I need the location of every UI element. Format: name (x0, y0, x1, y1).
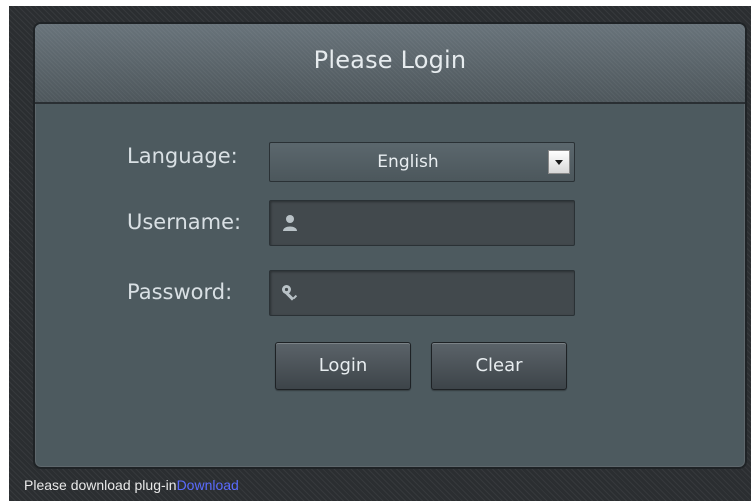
password-field[interactable] (269, 270, 575, 316)
password-input[interactable] (306, 271, 568, 315)
login-button[interactable]: Login (275, 342, 411, 390)
login-panel-header: Please Login (35, 24, 745, 104)
language-select[interactable]: English (269, 142, 575, 182)
username-field[interactable] (269, 200, 575, 246)
plugin-notice-message: Please download plug-in (24, 477, 177, 493)
clear-button[interactable]: Clear (431, 342, 567, 390)
login-panel: Please Login Language: English Username:… (33, 22, 747, 469)
plugin-notice: Please download plug-inDownload (24, 477, 239, 493)
password-label: Password: (127, 280, 233, 304)
user-icon (283, 215, 297, 231)
chevron-down-icon[interactable] (548, 150, 570, 174)
language-select-value: English (377, 152, 439, 172)
username-input[interactable] (306, 201, 568, 245)
key-icon (282, 285, 298, 301)
username-label: Username: (127, 210, 242, 234)
language-label: Language: (127, 144, 238, 168)
page-title: Please Login (313, 46, 467, 74)
download-link[interactable]: Download (177, 477, 239, 493)
